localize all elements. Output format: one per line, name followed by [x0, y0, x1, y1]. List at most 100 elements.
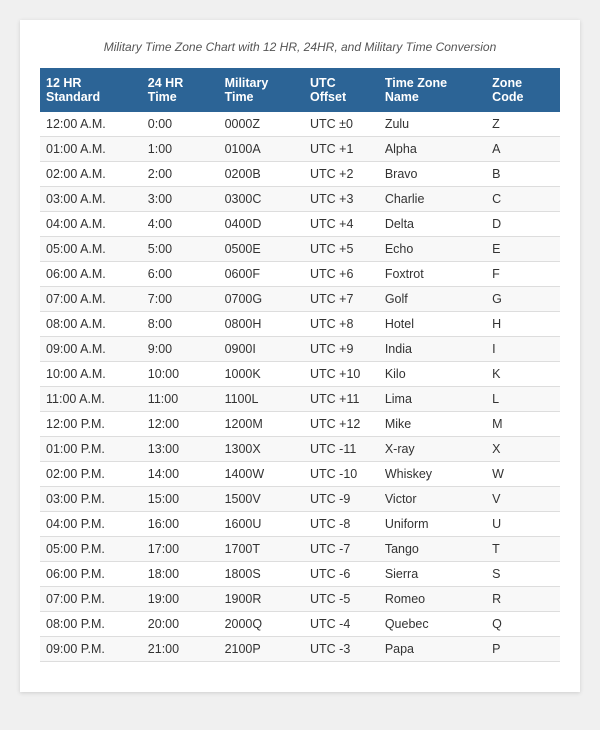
table-cell: 1400W — [219, 462, 304, 487]
table-cell: K — [486, 362, 560, 387]
table-cell: 0600F — [219, 262, 304, 287]
table-row: 09:00 A.M.9:000900IUTC +9IndiaI — [40, 337, 560, 362]
table-cell: UTC -9 — [304, 487, 379, 512]
table-row: 09:00 P.M.21:002100PUTC -3PapaP — [40, 637, 560, 662]
table-row: 04:00 P.M.16:001600UUTC -8UniformU — [40, 512, 560, 537]
table-cell: 10:00 A.M. — [40, 362, 142, 387]
table-cell: UTC +10 — [304, 362, 379, 387]
table-cell: Bravo — [379, 162, 486, 187]
table-cell: 16:00 — [142, 512, 219, 537]
table-cell: UTC +4 — [304, 212, 379, 237]
table-cell: 0800H — [219, 312, 304, 337]
table-cell: 04:00 A.M. — [40, 212, 142, 237]
table-cell: 1300X — [219, 437, 304, 462]
table-cell: M — [486, 412, 560, 437]
table-cell: G — [486, 287, 560, 312]
table-cell: 12:00 P.M. — [40, 412, 142, 437]
table-cell: India — [379, 337, 486, 362]
table-cell: Zulu — [379, 112, 486, 137]
table-row: 07:00 A.M.7:000700GUTC +7GolfG — [40, 287, 560, 312]
table-cell: L — [486, 387, 560, 412]
table-cell: 06:00 A.M. — [40, 262, 142, 287]
table-cell: UTC -5 — [304, 587, 379, 612]
table-cell: T — [486, 537, 560, 562]
table-cell: W — [486, 462, 560, 487]
table-cell: 1500V — [219, 487, 304, 512]
table-cell: UTC +8 — [304, 312, 379, 337]
table-cell: Q — [486, 612, 560, 637]
table-cell: U — [486, 512, 560, 537]
table-cell: Victor — [379, 487, 486, 512]
table-cell: 19:00 — [142, 587, 219, 612]
table-cell: X-ray — [379, 437, 486, 462]
table-cell: UTC +7 — [304, 287, 379, 312]
table-cell: Echo — [379, 237, 486, 262]
table-cell: 0100A — [219, 137, 304, 162]
table-row: 08:00 A.M.8:000800HUTC +8HotelH — [40, 312, 560, 337]
table-cell: R — [486, 587, 560, 612]
table-cell: 06:00 P.M. — [40, 562, 142, 587]
table-cell: 09:00 P.M. — [40, 637, 142, 662]
table-header-row: 12 HR Standard24 HR TimeMilitary TimeUTC… — [40, 68, 560, 112]
table-row: 10:00 A.M.10:001000KUTC +10KiloK — [40, 362, 560, 387]
table-cell: 14:00 — [142, 462, 219, 487]
table-cell: 07:00 P.M. — [40, 587, 142, 612]
table-cell: 6:00 — [142, 262, 219, 287]
table-cell: 1800S — [219, 562, 304, 587]
table-cell: D — [486, 212, 560, 237]
table-cell: 01:00 P.M. — [40, 437, 142, 462]
column-header: UTC Offset — [304, 68, 379, 112]
table-cell: P — [486, 637, 560, 662]
table-cell: Delta — [379, 212, 486, 237]
table-cell: UTC +9 — [304, 337, 379, 362]
table-row: 12:00 A.M.0:000000ZUTC ±0ZuluZ — [40, 112, 560, 137]
table-cell: UTC -6 — [304, 562, 379, 587]
table-cell: Papa — [379, 637, 486, 662]
table-cell: UTC +1 — [304, 137, 379, 162]
table-cell: B — [486, 162, 560, 187]
table-row: 07:00 P.M.19:001900RUTC -5RomeoR — [40, 587, 560, 612]
table-cell: Kilo — [379, 362, 486, 387]
table-row: 06:00 A.M.6:000600FUTC +6FoxtrotF — [40, 262, 560, 287]
table-cell: F — [486, 262, 560, 287]
table-cell: UTC ±0 — [304, 112, 379, 137]
column-header: 24 HR Time — [142, 68, 219, 112]
column-header: Military Time — [219, 68, 304, 112]
table-row: 06:00 P.M.18:001800SUTC -6SierraS — [40, 562, 560, 587]
table-cell: 20:00 — [142, 612, 219, 637]
table-row: 03:00 P.M.15:001500VUTC -9VictorV — [40, 487, 560, 512]
table-cell: 01:00 A.M. — [40, 137, 142, 162]
table-cell: 1200M — [219, 412, 304, 437]
table-row: 02:00 A.M.2:000200BUTC +2BravoB — [40, 162, 560, 187]
table-cell: Foxtrot — [379, 262, 486, 287]
table-cell: 1700T — [219, 537, 304, 562]
table-cell: UTC +11 — [304, 387, 379, 412]
table-cell: Lima — [379, 387, 486, 412]
table-cell: 21:00 — [142, 637, 219, 662]
table-row: 03:00 A.M.3:000300CUTC +3CharlieC — [40, 187, 560, 212]
table-cell: Mike — [379, 412, 486, 437]
table-cell: 3:00 — [142, 187, 219, 212]
table-cell: Alpha — [379, 137, 486, 162]
table-cell: UTC +12 — [304, 412, 379, 437]
table-cell: UTC +2 — [304, 162, 379, 187]
table-cell: Z — [486, 112, 560, 137]
table-cell: 4:00 — [142, 212, 219, 237]
table-cell: 0200B — [219, 162, 304, 187]
table-cell: UTC -4 — [304, 612, 379, 637]
table-cell: UTC -10 — [304, 462, 379, 487]
table-cell: C — [486, 187, 560, 212]
table-cell: 2100P — [219, 637, 304, 662]
table-cell: UTC +5 — [304, 237, 379, 262]
table-row: 05:00 P.M.17:001700TUTC -7TangoT — [40, 537, 560, 562]
table-cell: 11:00 A.M. — [40, 387, 142, 412]
table-row: 11:00 A.M.11:001100LUTC +11LimaL — [40, 387, 560, 412]
table-cell: 18:00 — [142, 562, 219, 587]
table-cell: 05:00 A.M. — [40, 237, 142, 262]
column-header: 12 HR Standard — [40, 68, 142, 112]
page-subtitle: Military Time Zone Chart with 12 HR, 24H… — [40, 40, 560, 54]
table-cell: UTC -8 — [304, 512, 379, 537]
table-cell: UTC +6 — [304, 262, 379, 287]
table-cell: A — [486, 137, 560, 162]
table-cell: H — [486, 312, 560, 337]
